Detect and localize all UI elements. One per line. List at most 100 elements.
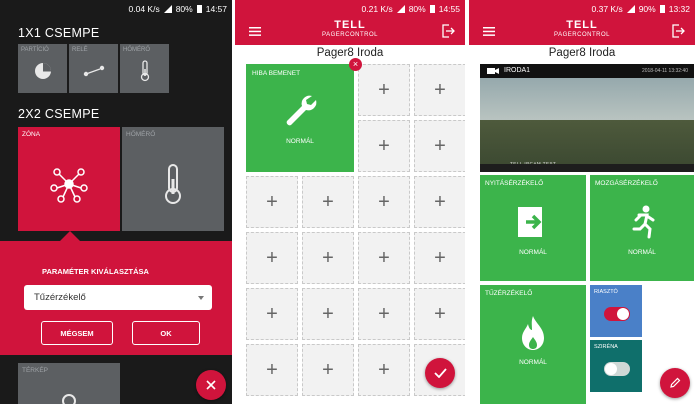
camera-tile[interactable]: IRODA1 2018-04-11 13:32:40 TELL IPCAM TE…: [480, 64, 694, 172]
battery-icon: [429, 5, 435, 13]
clock: 13:32: [668, 4, 690, 14]
logo-bottom: PAGERCONTROL: [322, 32, 378, 38]
fire-icon: [522, 316, 544, 350]
network-speed: 0.21 K/s: [361, 4, 393, 14]
logout-icon[interactable]: [442, 24, 455, 38]
battery-level: 80%: [408, 4, 426, 14]
thermometer-icon: [140, 60, 149, 82]
tile-label: RIASZTÓ: [594, 289, 618, 295]
battery-icon: [196, 5, 202, 13]
tile-state: NORMÁL: [519, 249, 547, 256]
camera-icon: [487, 68, 499, 74]
map-pin-icon: [62, 394, 76, 404]
tile-label: TŰZÉRZÉKELŐ: [485, 290, 533, 297]
battery-level: 80%: [175, 4, 193, 14]
signal-icon: [396, 5, 405, 13]
signal-icon: [163, 5, 172, 13]
tile-label: SZIRÉNA: [594, 344, 618, 350]
alarm-toggle[interactable]: [604, 307, 630, 321]
add-tile-slot[interactable]: +: [414, 232, 465, 284]
section-2x2-title: 2X2 CSEMPE: [18, 107, 100, 121]
ok-button[interactable]: OK: [132, 321, 200, 345]
tile-thermometer-small[interactable]: HŐMÉRŐ: [120, 44, 169, 93]
clock: 14:55: [438, 4, 460, 14]
tile-label: NYITÁSÉRZÉKELŐ: [485, 180, 544, 187]
tile-label: HIBA BEMENET: [252, 70, 301, 77]
add-tile-slot[interactable]: +: [246, 232, 298, 284]
tile-label: HŐMÉRŐ: [126, 131, 156, 138]
clock: 14:57: [205, 4, 227, 14]
cancel-button[interactable]: MÉGSEM: [41, 321, 113, 345]
close-icon: [206, 380, 216, 390]
wrench-icon: [286, 95, 317, 126]
camera-name: IRODA1: [504, 67, 531, 74]
running-person-icon: [632, 205, 655, 239]
pencil-icon: [670, 377, 681, 388]
network-speed: 0.04 K/s: [128, 4, 160, 14]
add-tile-slot[interactable]: +: [302, 232, 354, 284]
siren-toggle[interactable]: [604, 362, 630, 376]
parameter-select[interactable]: Tűzérzékelő: [24, 285, 212, 310]
edit-fab[interactable]: [660, 368, 690, 398]
status-bar: 0.04 K/s 80% 14:57: [0, 0, 232, 18]
switch-alarm[interactable]: RIASZTÓ: [590, 285, 642, 337]
dialog-pointer: [60, 231, 80, 241]
switch-siren[interactable]: SZIRÉNA: [590, 340, 642, 392]
camera-image-ground: [480, 120, 694, 164]
add-tile-slot[interactable]: +: [358, 176, 410, 228]
dashboard-screen: 0.37 K/s 90% 13:32 TELL PAGERCONTROL Pag…: [469, 0, 695, 404]
battery-icon: [659, 5, 665, 13]
add-tile-slot[interactable]: +: [358, 288, 410, 340]
dialog-title: PARAMÉTER KIVÁLASZTÁSA: [42, 267, 149, 276]
add-tile-slot[interactable]: +: [246, 288, 298, 340]
add-tile-slot[interactable]: +: [414, 288, 465, 340]
logout-icon[interactable]: [672, 24, 685, 38]
logo-top: TELL: [566, 19, 598, 31]
chevron-down-icon: [198, 296, 204, 300]
battery-level: 90%: [638, 4, 656, 14]
tile-label: PARTÍCIÓ: [21, 47, 49, 53]
select-value: Tűzérzékelő: [34, 292, 86, 303]
signal-icon: [626, 5, 635, 13]
check-icon: [433, 368, 447, 378]
remove-tile-button[interactable]: ×: [349, 58, 362, 71]
relay-icon: [83, 65, 104, 77]
app-bar: TELL PAGERCONTROL: [235, 18, 465, 45]
parameter-dialog: PARAMÉTER KIVÁLASZTÁSA Tűzérzékelő MÉGSE…: [0, 241, 232, 355]
door-exit-icon: [518, 207, 548, 237]
add-tile-slot[interactable]: +: [246, 176, 298, 228]
add-tile-slot[interactable]: +: [358, 344, 410, 396]
tile-motion-sensor[interactable]: MOZGÁSÉRZÉKELŐ NORMÁL: [590, 175, 694, 281]
tile-label: RELÉ: [72, 47, 88, 53]
add-tile-slot[interactable]: +: [414, 120, 465, 172]
tile-door-sensor[interactable]: NYITÁSÉRZÉKELŐ NORMÁL: [480, 175, 586, 281]
add-tile-slot[interactable]: +: [414, 176, 465, 228]
add-tile-slot[interactable]: +: [358, 232, 410, 284]
add-tile-slot[interactable]: +: [414, 64, 465, 116]
add-tile-slot[interactable]: +: [246, 344, 298, 396]
app-bar: TELL PAGERCONTROL: [469, 18, 695, 45]
tile-state: NORMÁL: [628, 249, 656, 256]
add-tile-slot[interactable]: +: [302, 344, 354, 396]
add-tile-slot[interactable]: +: [302, 176, 354, 228]
logo-top: TELL: [334, 19, 366, 31]
tiles-1x1-row: PARTÍCIÓ RELÉ HŐMÉRŐ: [18, 44, 169, 93]
page-title: Pager8 Iroda: [548, 47, 616, 59]
tile-map[interactable]: TÉRKÉP: [18, 363, 120, 404]
add-tile-slot[interactable]: +: [358, 64, 410, 116]
tile-state: NORMÁL: [519, 359, 547, 366]
add-tile-slot[interactable]: +: [302, 288, 354, 340]
confirm-fab[interactable]: [425, 358, 455, 388]
tile-fire-sensor[interactable]: TŰZÉRZÉKELŐ NORMÁL: [480, 285, 586, 404]
tile-fault-input[interactable]: HIBA BEMENET NORMÁL: [246, 64, 354, 172]
tile-partition[interactable]: PARTÍCIÓ: [18, 44, 67, 93]
tile-picker-screen: 0.04 K/s 80% 14:57 1X1 CSEMPE PARTÍCIÓ R…: [0, 0, 232, 404]
tile-state: NORMÁL: [286, 138, 314, 145]
pie-chart-icon: [34, 62, 51, 79]
add-tile-slot[interactable]: +: [358, 120, 410, 172]
app-logo: TELL PAGERCONTROL: [469, 20, 695, 39]
tile-relay[interactable]: RELÉ: [69, 44, 118, 93]
close-fab[interactable]: [196, 370, 226, 400]
tile-thermometer-large[interactable]: HŐMÉRŐ: [122, 127, 224, 231]
tile-zone[interactable]: ZÓNA: [18, 127, 120, 231]
